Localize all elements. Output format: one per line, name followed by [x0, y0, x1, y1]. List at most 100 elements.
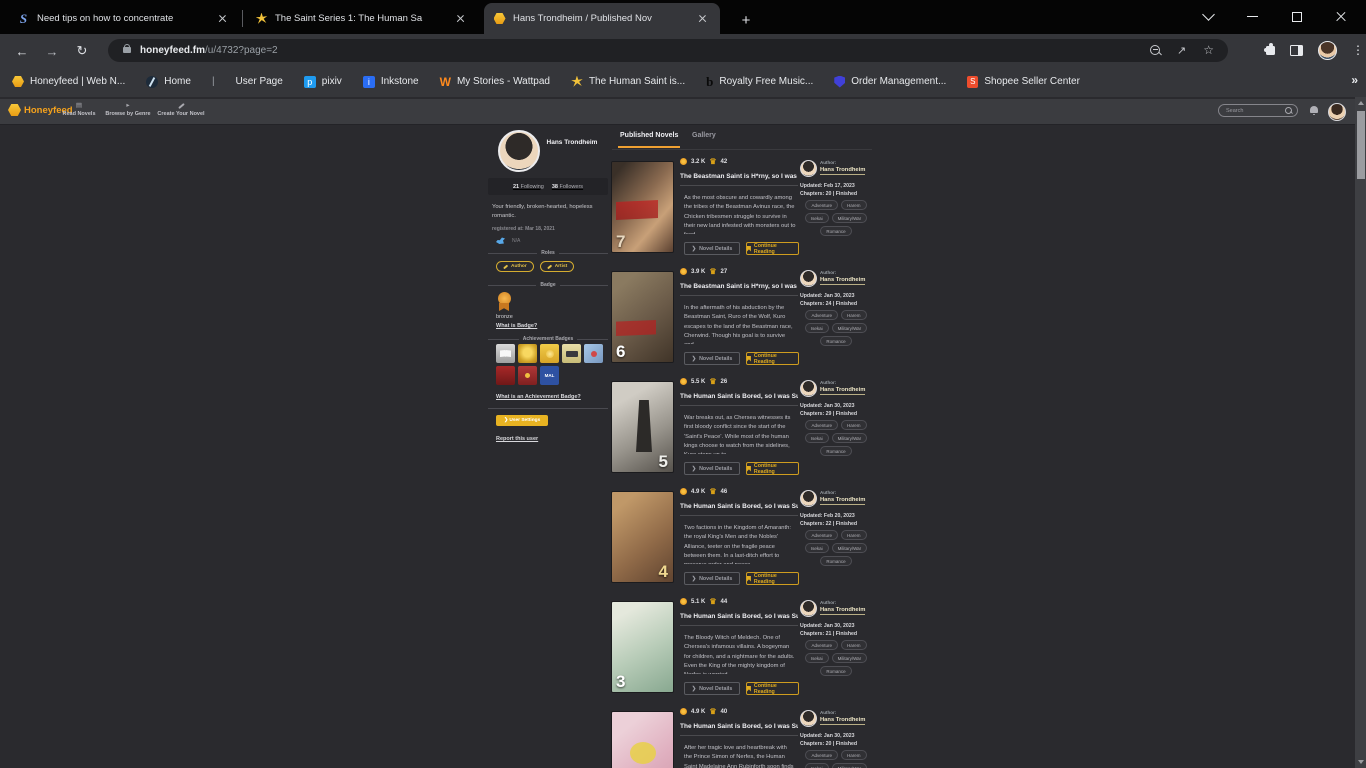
novel-cover[interactable]: 7: [612, 162, 673, 252]
author-link[interactable]: Hans Trondheim: [820, 607, 865, 615]
back-button[interactable]: ←: [10, 39, 34, 63]
novel-cover[interactable]: 4: [612, 492, 673, 582]
tag-pill[interactable]: Harem: [841, 750, 867, 760]
tag-pill[interactable]: Harem: [841, 420, 867, 430]
site-user-avatar[interactable]: [1328, 103, 1346, 121]
tag-pill[interactable]: Military/War: [832, 213, 868, 223]
author-link[interactable]: Hans Trondheim: [820, 497, 865, 505]
address-bar[interactable]: honeyfeed.fm/u/4732?page=2 ↗ ☆: [108, 39, 1228, 62]
author-link[interactable]: Hans Trondheim: [820, 167, 865, 175]
novel-details-button[interactable]: ❯ Novel Details: [684, 242, 740, 255]
novel-title[interactable]: The Human Saint is Bored, so I was Summo…: [680, 503, 798, 516]
bookmark-royalty-free-music[interactable]: bRoyalty Free Music...: [706, 74, 813, 90]
continue-reading-button[interactable]: Continue Reading: [746, 572, 799, 585]
page-scrollbar[interactable]: [1355, 97, 1366, 768]
extensions-icon[interactable]: [1266, 46, 1275, 55]
site-search-input[interactable]: [1224, 107, 1285, 115]
new-tab-button[interactable]: +: [733, 7, 759, 33]
tab-published-novels[interactable]: Published Novels: [620, 132, 678, 139]
continue-reading-button[interactable]: Continue Reading: [746, 352, 799, 365]
tag-pill[interactable]: Isekai: [805, 213, 829, 223]
tag-pill[interactable]: Adventure: [805, 640, 838, 650]
search-icon[interactable]: [1285, 107, 1292, 114]
tab-search-chevron-button[interactable]: [1186, 0, 1231, 33]
nav-create-your-novel[interactable]: Create Your Novel: [155, 102, 207, 117]
what-is-achievement-badge-link[interactable]: What is an Achievement Badge?: [496, 394, 581, 400]
tag-pill[interactable]: Isekai: [805, 763, 829, 768]
what-is-badge-link[interactable]: What is Badge?: [496, 323, 537, 329]
tab-gallery[interactable]: Gallery: [692, 132, 716, 139]
bookmark-user-page[interactable]: User Page: [236, 76, 283, 87]
tag-pill[interactable]: Harem: [841, 310, 867, 320]
scroll-up-arrow[interactable]: [1358, 101, 1364, 105]
restore-button[interactable]: [1274, 0, 1319, 33]
site-search[interactable]: [1218, 104, 1298, 117]
tag-pill[interactable]: Romance: [820, 446, 851, 456]
bookmark-star-icon[interactable]: ☆: [1203, 43, 1214, 57]
tag-pill[interactable]: Military/War: [832, 433, 868, 443]
author-link[interactable]: Hans Trondheim: [820, 387, 865, 395]
tag-pill[interactable]: Harem: [841, 530, 867, 540]
tab-need-tips[interactable]: S Need tips on how to concentrate: [8, 3, 240, 34]
tag-pill[interactable]: Adventure: [805, 750, 838, 760]
tab-hans-trondheim-active[interactable]: Hans Trondheim / Published Nov: [484, 3, 720, 34]
continue-reading-button[interactable]: Continue Reading: [746, 242, 799, 255]
notifications-bell-icon[interactable]: [1310, 106, 1318, 113]
bookmarks-overflow-chevron[interactable]: »: [1351, 73, 1358, 87]
bookmark-pixiv[interactable]: ppixiv: [304, 76, 342, 88]
tag-pill[interactable]: Romance: [820, 226, 851, 236]
novel-title[interactable]: The Beastman Saint is H*rny, so I was Ki…: [680, 283, 798, 296]
tag-pill[interactable]: Isekai: [805, 653, 829, 663]
nav-read-novels[interactable]: ▤ Read Novels: [58, 102, 100, 117]
novel-cover[interactable]: 5: [612, 382, 673, 472]
novel-cover[interactable]: 3: [612, 602, 673, 692]
author-avatar[interactable]: [800, 490, 817, 507]
tag-pill[interactable]: Military/War: [832, 323, 868, 333]
followers-link[interactable]: 38 Followers: [552, 184, 583, 190]
report-user-link[interactable]: Report this user: [496, 436, 538, 442]
tab-close-icon[interactable]: [695, 11, 711, 27]
novel-details-button[interactable]: ❯ Novel Details: [684, 682, 740, 695]
novel-title[interactable]: The Human Saint is Bored, so I was Summo…: [680, 723, 798, 736]
continue-reading-button[interactable]: Continue Reading: [746, 682, 799, 695]
tag-pill[interactable]: Adventure: [805, 420, 838, 430]
novel-title[interactable]: The Human Saint is Bored, so I was Summo…: [680, 393, 798, 406]
author-link[interactable]: Hans Trondheim: [820, 717, 865, 725]
tag-pill[interactable]: Harem: [841, 200, 867, 210]
author-avatar[interactable]: [800, 160, 817, 177]
novel-details-button[interactable]: ❯ Novel Details: [684, 352, 740, 365]
tab-close-icon[interactable]: [453, 11, 469, 27]
tag-pill[interactable]: Military/War: [832, 763, 868, 768]
bookmark-order-management[interactable]: Order Management...: [834, 76, 946, 88]
bookmark-home[interactable]: Home: [146, 76, 191, 88]
scrollbar-thumb[interactable]: [1357, 111, 1365, 179]
novel-details-button[interactable]: ❯ Novel Details: [684, 572, 740, 585]
side-panel-icon[interactable]: [1290, 45, 1303, 56]
author-avatar[interactable]: [800, 710, 817, 727]
tag-pill[interactable]: Romance: [820, 336, 851, 346]
tag-pill[interactable]: Adventure: [805, 310, 838, 320]
tag-pill[interactable]: Isekai: [805, 543, 829, 553]
author-avatar[interactable]: [800, 380, 817, 397]
author-link[interactable]: Hans Trondheim: [820, 277, 865, 285]
nav-browse-by-genre[interactable]: ▸ Browse by Genre: [103, 102, 153, 117]
bookmark-honeyfeed[interactable]: Honeyfeed | Web N...: [12, 76, 125, 87]
tag-pill[interactable]: Isekai: [805, 323, 829, 333]
zoom-out-icon[interactable]: [1150, 45, 1160, 55]
bookmark-wattpad[interactable]: WMy Stories - Wattpad: [440, 75, 550, 89]
tab-saint-series[interactable]: The Saint Series 1: The Human Sa: [246, 3, 478, 34]
tag-pill[interactable]: Military/War: [832, 543, 868, 553]
author-avatar[interactable]: [800, 600, 817, 617]
continue-reading-button[interactable]: Continue Reading: [746, 462, 799, 475]
share-icon[interactable]: ↗: [1177, 44, 1186, 57]
lock-icon[interactable]: [123, 47, 131, 53]
user-settings-button[interactable]: ❯ User Settings: [496, 415, 548, 426]
tag-pill[interactable]: Adventure: [805, 200, 838, 210]
novel-title[interactable]: The Beastman Saint is H*rny, so I was Ki…: [680, 173, 798, 186]
novel-details-button[interactable]: ❯ Novel Details: [684, 462, 740, 475]
tag-pill[interactable]: Harem: [841, 640, 867, 650]
novel-title[interactable]: The Human Saint is Bored, so I was Summo…: [680, 613, 798, 626]
reload-button[interactable]: ↻: [70, 39, 94, 63]
tag-pill[interactable]: Romance: [820, 556, 851, 566]
following-link[interactable]: 21 Following: [513, 184, 544, 190]
